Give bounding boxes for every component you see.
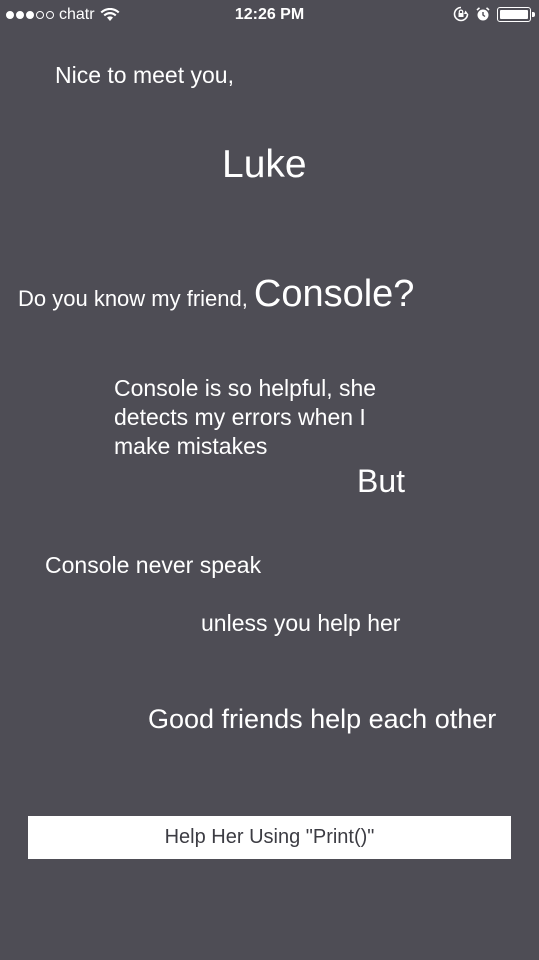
helpful-description: Console is so helpful, she detects my er… — [114, 375, 377, 459]
battery-icon — [497, 6, 535, 22]
orientation-lock-icon — [453, 6, 469, 22]
alarm-icon — [476, 7, 490, 21]
unless-text: unless you help her — [201, 610, 401, 636]
friend-question-lead: Do you know my friend, — [18, 286, 248, 311]
friend-name: Console? — [253, 273, 415, 315]
help-her-print-button[interactable]: Help Her Using "Print()" — [28, 816, 511, 859]
friend-question: Do you know my friend, Console? — [18, 272, 414, 318]
good-friends-text: Good friends help each other — [148, 704, 497, 734]
but-text: But — [357, 463, 406, 499]
user-name-text: Luke — [222, 143, 307, 186]
greeting-text: Nice to meet you, — [55, 62, 234, 88]
never-speak-text: Console never speak — [45, 552, 262, 578]
status-bar-right — [453, 6, 535, 22]
status-bar: chatr 12:26 PM — [0, 0, 539, 30]
